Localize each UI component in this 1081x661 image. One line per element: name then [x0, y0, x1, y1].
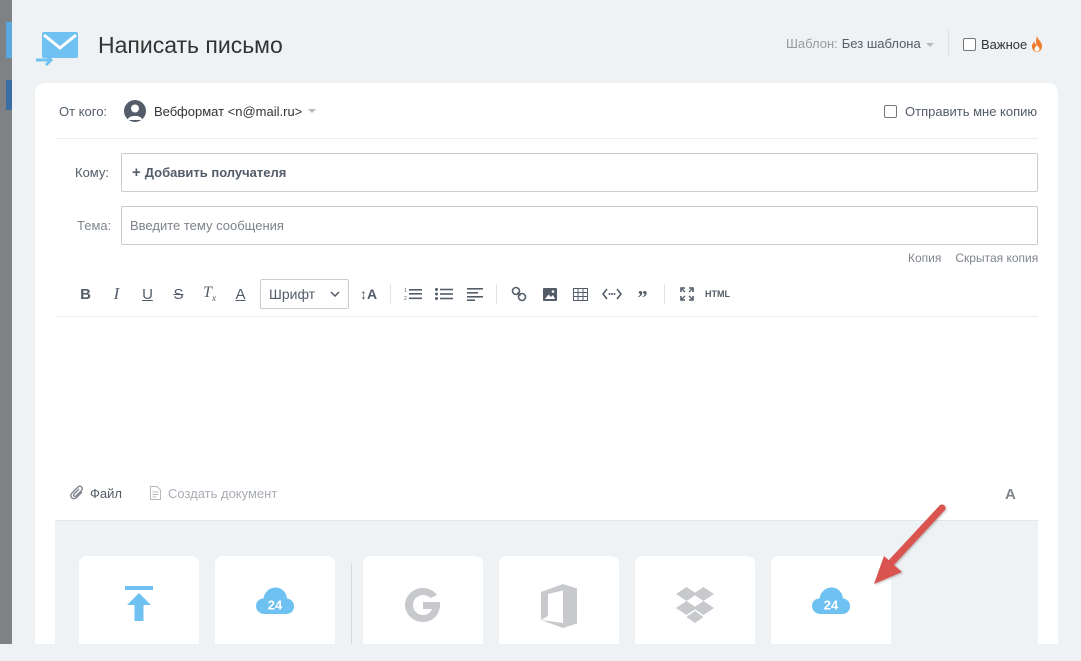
subject-label: Тема:: [77, 218, 112, 233]
bold-icon: B: [80, 285, 91, 303]
font-color-icon: A: [235, 285, 246, 303]
align-button[interactable]: [459, 279, 490, 309]
tile-24-text: 24: [268, 598, 283, 613]
chevron-down-icon: [330, 291, 340, 297]
code-icon: [601, 288, 622, 300]
office-icon: [541, 584, 577, 628]
bitrix24-cloud-icon: 24: [256, 587, 294, 614]
to-label: Кому:: [75, 165, 109, 180]
important-toggle[interactable]: Важное: [963, 36, 1043, 52]
from-label: От кого:: [59, 103, 108, 119]
align-left-icon: [466, 288, 483, 301]
underline-icon: U: [142, 285, 153, 303]
clear-format-button[interactable]: Tx: [194, 279, 225, 309]
important-label: Важное: [981, 36, 1028, 52]
italic-button[interactable]: I: [101, 279, 132, 309]
send-copy-toggle[interactable]: Отправить мне копию: [884, 104, 1037, 119]
plus-icon: +: [132, 164, 141, 181]
toolbar-separator: [390, 284, 391, 304]
image-button[interactable]: [534, 279, 565, 309]
font-size-icon: ↕A: [359, 286, 378, 302]
html-mode-button[interactable]: HTML: [702, 279, 733, 309]
svg-text:1: 1: [404, 288, 407, 294]
strikethrough-icon: S: [173, 285, 184, 303]
chevron-down-icon: [925, 42, 934, 47]
ordered-list-button[interactable]: 12: [397, 279, 428, 309]
page-title: Написать письмо: [98, 32, 283, 58]
font-size-button[interactable]: ↕A: [353, 279, 384, 309]
font-select-value: Шрифт: [269, 286, 316, 302]
create-document-button[interactable]: Создать документ: [149, 485, 278, 501]
editor-toolbar: B I U S Tx A Шрифт ↕A 12 ” HTML: [70, 279, 733, 309]
table-icon: [573, 287, 588, 301]
html-label: HTML: [705, 289, 730, 299]
recipient-field[interactable]: + Добавить получателя: [121, 153, 1038, 192]
code-button[interactable]: [596, 279, 627, 309]
google-icon: [405, 588, 440, 622]
table-button[interactable]: [565, 279, 596, 309]
template-selector[interactable]: Шаблон: Без шаблона: [786, 36, 934, 51]
add-recipient-link[interactable]: Добавить получателя: [145, 165, 287, 180]
link-icon: [511, 286, 526, 302]
link-button[interactable]: [503, 279, 534, 309]
document-icon: [149, 486, 161, 500]
compose-header: Написать письмо Шаблон: Без шаблона Важно…: [12, 0, 1081, 84]
header-divider: [948, 30, 949, 56]
fullscreen-button[interactable]: [671, 279, 702, 309]
from-selector[interactable]: Вебформат <n@mail.ru>: [154, 103, 317, 119]
bullet-list-icon: [434, 288, 453, 300]
attachment-row: Файл Создать документ: [70, 485, 277, 501]
divider: [55, 316, 1038, 317]
image-icon: [542, 287, 557, 301]
formatting-toggle-button[interactable]: A: [1005, 486, 1016, 503]
bold-button[interactable]: B: [70, 279, 101, 309]
underline-button[interactable]: U: [132, 279, 163, 309]
paperclip-icon: [70, 485, 83, 500]
send-copy-checkbox[interactable]: [884, 105, 897, 118]
tile-24-text-2: 24: [824, 598, 839, 613]
template-value: Без шаблона: [841, 36, 921, 51]
background-page-strip: [0, 0, 12, 661]
upload-icon: [125, 586, 153, 621]
attach-file-button[interactable]: Файл: [70, 485, 122, 501]
bcc-link[interactable]: Скрытая копия: [955, 251, 1038, 265]
from-value: Вебформат <n@mail.ru>: [154, 103, 303, 119]
ordered-list-icon: 12: [404, 288, 422, 301]
bitrix24-cloud-icon: 24: [812, 587, 850, 614]
divider: [55, 138, 1038, 139]
font-select[interactable]: Шрифт: [260, 279, 349, 309]
cc-link[interactable]: Копия: [908, 251, 941, 265]
strikethrough-button[interactable]: S: [163, 279, 194, 309]
template-label: Шаблон:: [786, 36, 838, 51]
create-document-label: Создать документ: [167, 485, 278, 501]
annotation-arrow: [874, 504, 946, 584]
bottom-strip: [0, 644, 1081, 661]
user-icon: [127, 104, 143, 120]
svg-text:2: 2: [404, 296, 407, 301]
font-color-button[interactable]: A: [225, 279, 256, 309]
cc-links: Копия Скрытая копия: [908, 251, 1038, 265]
italic-icon: I: [113, 284, 120, 303]
compose-slider: Написать письмо Шаблон: Без шаблона Важно…: [12, 0, 1081, 661]
toolbar-separator: [496, 284, 497, 304]
attach-file-label: Файл: [90, 485, 122, 501]
clear-format-icon: Tx: [203, 284, 216, 304]
subject-input[interactable]: [121, 206, 1038, 245]
dropbox-icon: [676, 587, 714, 623]
quote-icon: ”: [637, 287, 648, 309]
fullscreen-icon: [679, 287, 694, 301]
important-checkbox[interactable]: [963, 37, 976, 51]
toolbar-separator: [664, 284, 665, 304]
send-copy-label: Отправить мне копию: [905, 104, 1038, 119]
chevron-down-icon: [308, 109, 317, 113]
fire-icon: [1032, 36, 1043, 52]
avatar: [124, 100, 146, 122]
quote-button[interactable]: ”: [627, 279, 658, 309]
mail-send-icon: [36, 32, 78, 67]
bullet-list-button[interactable]: [428, 279, 459, 309]
